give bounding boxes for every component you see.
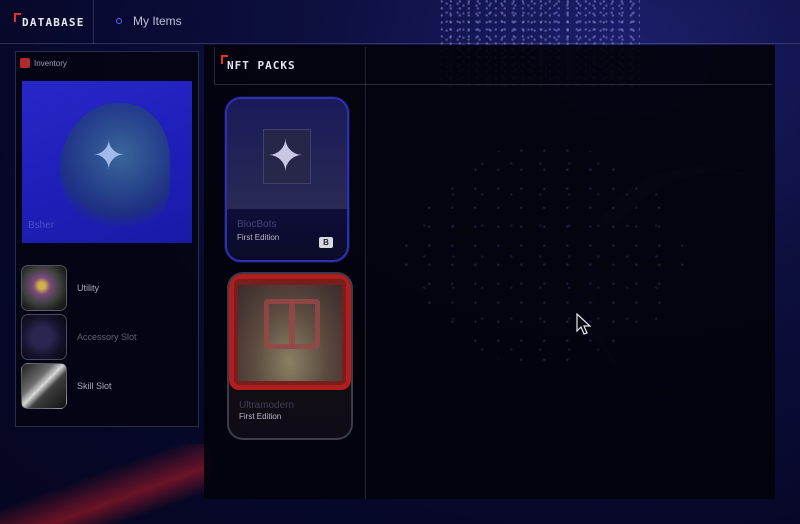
particle-cloud <box>404 145 684 365</box>
inventory-header: Inventory <box>20 58 67 68</box>
corner-bracket-icon <box>14 13 21 22</box>
brand[interactable]: DATABASE <box>0 0 94 44</box>
inventory-icon <box>20 58 30 68</box>
slot-skill[interactable]: Skill Slot <box>21 363 112 409</box>
chain-logo-icon <box>264 299 320 349</box>
slot-utility[interactable]: Utility <box>21 265 99 311</box>
slot-accessory[interactable]: Accessory Slot <box>21 314 137 360</box>
pack-title: BlocBots <box>237 219 277 230</box>
slot-label: Utility <box>77 283 99 293</box>
my-items-nav[interactable]: My Items <box>116 14 182 28</box>
my-items-label: My Items <box>133 14 182 28</box>
inventory-feature-image[interactable]: ✦ Bsher <box>22 81 192 243</box>
sparkle-icon: ✦ <box>267 132 304 181</box>
inventory-panel: Inventory ✦ Bsher Utility Accessory Slot… <box>15 51 199 427</box>
pack-edition: First Edition <box>239 412 282 421</box>
mouse-pointer-icon <box>576 313 592 335</box>
slot-label: Accessory Slot <box>77 332 137 342</box>
background-red-streak <box>0 444 210 524</box>
column-divider <box>365 47 366 499</box>
top-bar: DATABASE My Items <box>0 0 800 44</box>
sparkle-icon: ✦ <box>92 134 126 178</box>
blocbots-artwork: ✦ <box>227 99 347 209</box>
pack-title: Ultramodern <box>239 400 295 411</box>
blocbots-badge-icon: B <box>319 237 333 248</box>
pack-card-blocbots[interactable]: ✦ BlocBots First Edition B <box>225 97 349 262</box>
brand-title: DATABASE <box>22 16 85 29</box>
skill-thumbnail <box>21 363 67 409</box>
ultramodern-artwork <box>229 274 351 390</box>
accessory-thumbnail <box>21 314 67 360</box>
nft-packs-panel: NFT PACKS ✦ BlocBots First Edition B Ult… <box>204 45 775 499</box>
utility-thumbnail <box>21 265 67 311</box>
nft-packs-title: NFT PACKS <box>227 59 296 72</box>
circle-dot-icon <box>116 18 122 24</box>
slot-label: Skill Slot <box>77 381 112 391</box>
pack-edition: First Edition <box>237 233 280 242</box>
pack-card-ultramodern[interactable]: Ultramodern First Edition <box>227 272 353 440</box>
feature-label: Bsher <box>28 220 55 231</box>
artwork-background <box>238 285 342 381</box>
nft-packs-header: NFT PACKS <box>214 47 772 85</box>
inventory-title: Inventory <box>34 58 67 68</box>
